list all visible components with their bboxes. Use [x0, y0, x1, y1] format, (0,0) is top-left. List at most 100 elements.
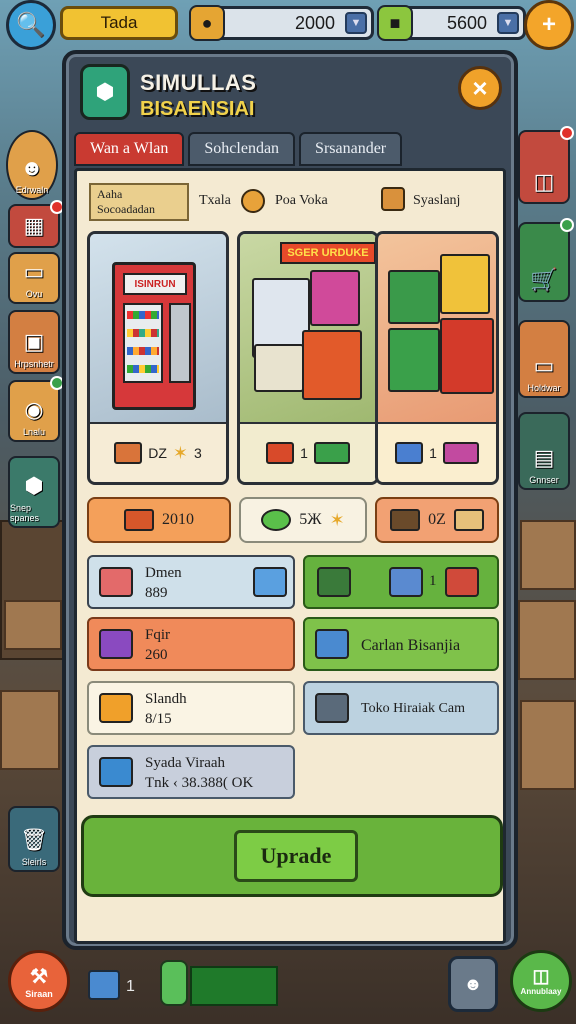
filter-label-1[interactable]: Txala [199, 193, 231, 209]
stack-icon: ▤ [533, 445, 555, 470]
bottom-bar: ⚒ Siraan 1 ☻ ◫ Annublaay [0, 950, 576, 1024]
search-button[interactable]: 🔍 [6, 0, 56, 50]
side-label: Edrwaln [15, 185, 49, 195]
product-card-vending[interactable]: ISINRUN DZ ✶ 3 [87, 231, 229, 485]
item-title: Toko Hiraiak Cam [361, 701, 465, 716]
panel-content: Aaha Socoadadan Txala Poa Voka Syaslanj … [74, 168, 506, 944]
card-footer-value: 3 [193, 445, 202, 461]
vending-door [169, 303, 191, 383]
gift-box-image [310, 270, 360, 326]
green-box-image [388, 328, 440, 392]
goods-icon [442, 442, 479, 464]
background-crate [520, 520, 576, 590]
coin-amount: 2000 [294, 12, 335, 33]
blue-crate-icon [253, 567, 287, 597]
filter-box[interactable]: Aaha Socoadadan [89, 183, 189, 221]
crate-icon [395, 442, 424, 464]
side-button-5[interactable]: ⬢ Snep spanes [8, 456, 60, 528]
price-row: 2010 5Ж ✶ 0Z [87, 497, 499, 545]
add-coins-button[interactable]: ▼ [345, 12, 367, 34]
side-label: Snep spanes [10, 503, 40, 523]
item-value: 1 [429, 573, 437, 589]
star-icon: ✶ [172, 442, 188, 463]
card-footer: 1 [378, 422, 496, 482]
side-right-2[interactable]: 🛒 [518, 218, 574, 302]
side-right-3[interactable]: ▭ Holdwar [518, 320, 570, 398]
card-art: SGER URDUKE [240, 234, 376, 424]
price-label: 2010 [162, 511, 194, 528]
notification-dot [560, 126, 574, 140]
side-button-4[interactable]: ◉ Lnalu [8, 376, 64, 442]
tablet-icon: ▭ [533, 353, 555, 378]
price-button-2[interactable]: 5Ж ✶ [239, 497, 367, 543]
tab-1[interactable]: Wan a Wlan [74, 132, 185, 166]
item-title: Syada Viraah [145, 755, 226, 771]
cash-counter: ■ 5600 ▼ [377, 5, 526, 41]
item-green-goods[interactable]: 1 [303, 555, 499, 609]
filter-label-3[interactable]: Syaslanj [413, 193, 460, 209]
add-cash-dropdown[interactable]: ▼ [497, 12, 519, 34]
box-icon: ▣ [23, 329, 45, 354]
item-toko[interactable]: Toko Hiraiak Cam [303, 681, 499, 735]
trash-bin-icon: 🗑 [20, 827, 48, 852]
shop-logo: ⬢ [80, 64, 130, 120]
side-button-6[interactable]: 🗑 Sleirls [8, 806, 60, 872]
add-currency-button[interactable]: + [524, 0, 574, 50]
filter-box-line1: Aaha [97, 187, 123, 201]
cash-icon [261, 509, 292, 531]
upgrade-button[interactable]: Uprade [234, 830, 358, 882]
filter-row: Aaha Socoadadan Txala Poa Voka Syaslanj [89, 183, 499, 225]
coin-bag-icon: ● [189, 5, 225, 41]
tab-2[interactable]: Sohclendan [188, 132, 296, 166]
main-panel: ⬢ SIMULLAS BISAENSIAI × Wan a Wlan Sohcl… [62, 50, 518, 950]
item-value: Tnk ‹ 38.388( OK [145, 775, 254, 791]
goods-icon [317, 567, 351, 597]
profile-tab[interactable]: Tada [60, 6, 178, 40]
side-button-3[interactable]: ▣ Hrpsnhetr [8, 310, 60, 374]
build-button[interactable]: ⚒ Siraan [8, 950, 70, 1012]
card-footer: DZ ✶ 3 [90, 422, 226, 482]
inventory-button[interactable]: ◫ Annublaay [510, 950, 572, 1012]
goods-icon [445, 567, 479, 597]
side-button-2[interactable]: ▭ Ovu [8, 252, 60, 304]
card-banner: SGER URDUKE [280, 242, 376, 264]
character-icon: ☻ [463, 973, 483, 994]
close-button[interactable]: × [458, 66, 502, 110]
background-crate [520, 700, 576, 790]
item-dmen[interactable]: Dmen 889 [87, 555, 295, 609]
side-right-4[interactable]: ▤ Gnnser [518, 412, 570, 490]
side-label: Hrpsnhetr [14, 359, 54, 369]
side-right-1[interactable]: ◫ [518, 126, 574, 204]
build-label: Siraan [25, 988, 53, 999]
card-footer-text: DZ [148, 445, 167, 461]
tablet-icon: ▭ [23, 259, 45, 284]
goods-icon [99, 567, 133, 597]
item-slandh[interactable]: Slandh 8/15 [87, 681, 295, 735]
price-button-1[interactable]: 2010 [87, 497, 231, 543]
character-button[interactable]: ☻ [448, 956, 498, 1012]
product-card-boxes[interactable]: 1 [375, 231, 499, 485]
yellow-box-image [440, 254, 490, 314]
crate-icon: ⬢ [24, 473, 44, 498]
filter-label-2[interactable]: Poa Voka [275, 193, 328, 209]
price-button-3[interactable]: 0Z [375, 497, 499, 543]
close-icon: × [472, 72, 488, 103]
hexagon-icon: ⬢ [95, 79, 115, 104]
item-carlan[interactable]: Carlan Bisanjia [303, 617, 499, 671]
tab-3[interactable]: Srsanander [299, 132, 403, 166]
filter-box-line2: Socoadadan [97, 202, 155, 216]
side-label: Gnnser [529, 475, 559, 485]
side-label: Ovu [25, 289, 43, 299]
box-icon [99, 693, 133, 723]
product-card-crates[interactable]: SGER URDUKE 1 [237, 231, 379, 485]
top-bar: 🔍 Tada ● 2000 ▼ ■ 5600 ▼ + [0, 0, 576, 50]
side-avatar[interactable]: ☻ Edrwaln [6, 130, 58, 200]
crate-icon [266, 442, 295, 464]
item-value: 889 [145, 585, 168, 601]
item-fqir[interactable]: Fqir 260 [87, 617, 295, 671]
item-syada[interactable]: Syada Viraah Tnk ‹ 38.388( OK [87, 745, 295, 799]
blue-crate-icon [99, 757, 133, 787]
progress-bar [190, 966, 278, 1006]
panel-tabs: Wan a Wlan Sohclendan Srsanander [74, 132, 514, 168]
side-button-1[interactable]: ▦ [8, 200, 64, 248]
